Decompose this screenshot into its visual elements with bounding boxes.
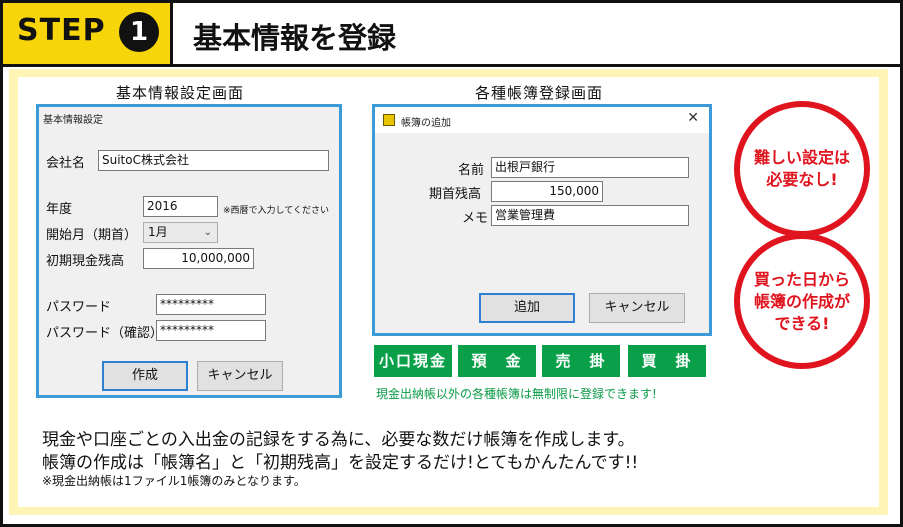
callout-no-complex-setup: 難しい設定は 必要なし! <box>734 101 870 237</box>
unlimited-ledgers-note: 現金出納帳以外の各種帳簿は無制限に登録できます! <box>376 387 657 401</box>
password-confirm-input[interactable]: ********* <box>156 320 266 341</box>
password-label: パスワード <box>46 300 112 315</box>
cancel-button[interactable]: キャンセル <box>589 293 685 323</box>
page-title: 基本情報を登録 <box>193 21 397 55</box>
year-note: ※西暦で入力してください <box>223 206 330 216</box>
start-month-select[interactable]: 1月 ⌄ <box>143 222 218 243</box>
callout-line: 買った日から <box>753 270 850 289</box>
description-line-1: 現金や口座ごとの入出金の記録をする為に、必要な数だけ帳簿を作成します。 <box>42 430 635 450</box>
basic-info-caption: 基本情報設定画面 <box>116 84 245 102</box>
year-input[interactable]: 2016 <box>143 196 218 217</box>
tab-petty-cash[interactable]: 小口現金 <box>374 345 452 377</box>
step-number: 1 <box>119 12 159 52</box>
ledger-register-caption: 各種帳簿登録画面 <box>475 84 604 102</box>
window-title: 帳簿の追加 <box>401 118 451 129</box>
cancel-button[interactable]: キャンセル <box>197 361 283 391</box>
description-note: ※現金出納帳は1ファイル1帳簿のみとなります。 <box>42 474 306 488</box>
company-name-input[interactable]: SuitoC株式会社 <box>98 150 329 171</box>
password-input[interactable]: ********* <box>156 294 266 315</box>
step-badge: STEP 1 <box>3 3 173 64</box>
window-title: 基本情報設定 <box>43 115 103 126</box>
callout-line: 難しい設定は <box>753 148 850 167</box>
description-line-2: 帳簿の作成は「帳簿名」と「初期残高」を設定するだけ!とてもかんたんです!! <box>42 453 639 473</box>
opening-cash-input[interactable]: 10,000,000 <box>143 248 254 269</box>
start-month-label: 開始月（期首） <box>46 228 138 243</box>
create-button[interactable]: 作成 <box>102 361 188 391</box>
add-ledger-window: 帳簿の追加 ✕ 名前 出根戸銀行 期首残高 150,000 メモ 営業管理費 追… <box>372 104 712 336</box>
tab-receivables[interactable]: 売 掛 <box>542 345 620 377</box>
memo-label: メモ <box>462 211 489 226</box>
callout-line: 帳簿の作成が <box>753 292 850 311</box>
company-label: 会社名 <box>46 156 86 171</box>
year-label: 年度 <box>46 202 73 217</box>
basic-info-window: 基本情報設定 会社名 SuitoC株式会社 年度 2016 ※西暦で入力してくだ… <box>36 104 342 398</box>
tab-payables[interactable]: 買 掛 <box>628 345 706 377</box>
app-icon <box>383 114 395 126</box>
opening-balance-input[interactable]: 150,000 <box>491 181 603 202</box>
start-month-value: 1月 <box>148 225 168 239</box>
callout-line: 必要なし! <box>766 170 838 189</box>
add-button[interactable]: 追加 <box>479 293 575 323</box>
memo-input[interactable]: 営業管理費 <box>491 205 689 226</box>
ledger-name-label: 名前 <box>458 163 485 178</box>
callout-line: できる! <box>774 314 830 333</box>
step-label: STEP <box>17 13 106 48</box>
opening-cash-label: 初期現金残高 <box>46 254 125 269</box>
window-titlebar: 帳簿の追加 ✕ <box>375 107 709 133</box>
close-icon[interactable]: ✕ <box>687 110 699 126</box>
callout-same-day: 買った日から 帳簿の作成が できる! <box>734 233 870 369</box>
chevron-down-icon: ⌄ <box>203 227 212 238</box>
ledger-name-input[interactable]: 出根戸銀行 <box>491 157 689 178</box>
opening-balance-label: 期首残高 <box>429 187 482 202</box>
tab-deposits[interactable]: 預 金 <box>458 345 536 377</box>
password-confirm-label: パスワード（確認） <box>46 326 164 341</box>
step-header: STEP 1 基本情報を登録 <box>3 3 900 67</box>
